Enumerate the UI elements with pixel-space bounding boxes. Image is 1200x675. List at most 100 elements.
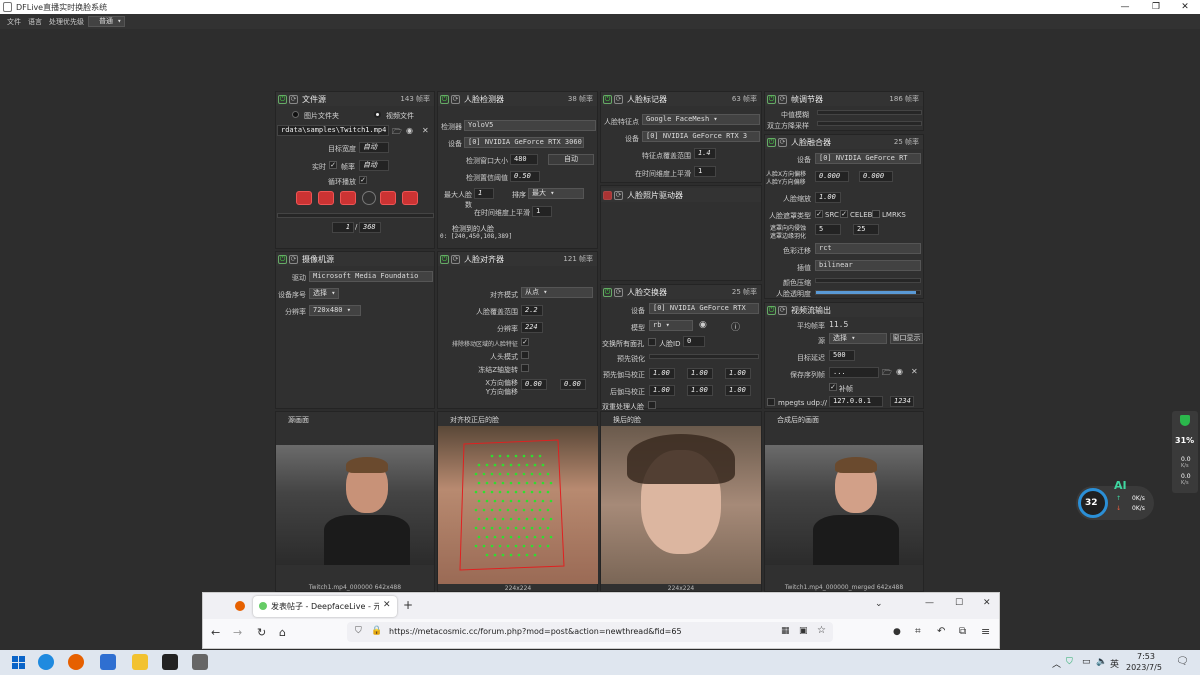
- extensions-icon[interactable]: ⧉: [959, 626, 966, 637]
- window-size-field[interactable]: 480: [510, 154, 538, 165]
- delay-field[interactable]: 500: [829, 350, 855, 361]
- interpolation-select[interactable]: bilinear: [815, 260, 921, 271]
- model-select[interactable]: rb ▾: [649, 320, 693, 331]
- tab-close-icon[interactable]: ✕: [383, 600, 391, 610]
- eye-icon[interactable]: ◉: [699, 320, 707, 330]
- back-icon[interactable]: ←: [211, 626, 220, 639]
- power-icon[interactable]: ⏻: [603, 287, 612, 297]
- power-icon[interactable]: ⏻: [278, 94, 287, 104]
- info-icon[interactable]: ⓘ: [731, 320, 740, 333]
- settings-icon[interactable]: ⟳: [451, 254, 460, 264]
- defender-icon[interactable]: ⛉: [1066, 657, 1073, 667]
- color-transfer-select[interactable]: rct: [815, 243, 921, 254]
- radio-video[interactable]: [374, 111, 381, 118]
- median-blur-slider[interactable]: [817, 110, 922, 115]
- loop-checkbox[interactable]: ✓: [359, 176, 367, 184]
- driver-select[interactable]: Microsoft Media Foundatio: [309, 271, 433, 282]
- post-gamma-r[interactable]: 1.00: [649, 385, 675, 396]
- power-icon[interactable]: ⏻: [767, 94, 776, 104]
- x-offset-field[interactable]: 0.00: [521, 379, 547, 390]
- clock-time[interactable]: 7:53: [1137, 652, 1155, 661]
- minimize-button[interactable]: —: [1110, 0, 1140, 14]
- play-button[interactable]: [340, 191, 356, 205]
- power-icon[interactable]: ⏻: [278, 254, 287, 264]
- minimize-icon[interactable]: —: [925, 598, 934, 608]
- pre-gamma-r[interactable]: 1.00: [649, 368, 675, 379]
- mode-select[interactable]: 从点 ▾: [521, 287, 593, 298]
- auto-button[interactable]: 自动: [548, 154, 594, 165]
- coverage-field[interactable]: 2.2: [521, 305, 543, 316]
- qr-icon[interactable]: ▦: [781, 626, 790, 636]
- settings-icon[interactable]: ⟳: [451, 94, 460, 104]
- app-icon[interactable]: [100, 654, 116, 670]
- resolution-field[interactable]: 224: [521, 322, 543, 333]
- save-path-field[interactable]: ...: [829, 367, 879, 378]
- maximize-button[interactable]: ❐: [1141, 0, 1171, 14]
- menu-icon[interactable]: ≡: [981, 625, 990, 638]
- clear-icon[interactable]: ✕: [911, 367, 918, 376]
- radio-images[interactable]: [292, 111, 299, 118]
- detector-select[interactable]: YoloV5: [464, 120, 596, 131]
- browser-tab[interactable]: 发表帖子 - DeepfaceLive - 元 ✕: [253, 596, 397, 617]
- mask-lmrks-checkbox[interactable]: [872, 210, 880, 218]
- ip-field[interactable]: 127.0.0.1: [829, 396, 883, 407]
- seek-begin-button[interactable]: [296, 191, 312, 205]
- eye-icon[interactable]: ◉: [896, 367, 903, 376]
- shield-icon[interactable]: ⛉: [355, 626, 362, 636]
- range-field[interactable]: 1.4: [694, 148, 716, 159]
- marker-type-select[interactable]: Google FaceMesh ▾: [642, 114, 760, 125]
- pre-sharpen-slider[interactable]: [649, 354, 759, 359]
- power-icon[interactable]: ⏻: [440, 254, 449, 264]
- file-path-field[interactable]: rdata\samples\Twitch1.mp4: [277, 125, 389, 136]
- window-show-button[interactable]: 窗口显示: [890, 333, 923, 344]
- tab-list-icon[interactable]: ⌄: [875, 599, 883, 609]
- sort-select[interactable]: 最大 ▾: [528, 188, 584, 199]
- max-faces-field[interactable]: 1: [474, 188, 494, 199]
- forward-icon[interactable]: →: [233, 626, 242, 639]
- smooth-field[interactable]: 1: [694, 166, 716, 177]
- face-id-field[interactable]: 0: [683, 336, 705, 347]
- target-width-field[interactable]: 自动: [359, 142, 389, 153]
- maximize-icon[interactable]: ☐: [955, 598, 963, 608]
- erode-field[interactable]: 5: [815, 224, 841, 235]
- undo-icon[interactable]: ↶: [937, 626, 945, 637]
- exclude-moving-checkbox[interactable]: ✓: [521, 338, 529, 346]
- lock-icon[interactable]: 🔒: [371, 626, 382, 636]
- pre-gamma-b[interactable]: 1.00: [725, 368, 751, 379]
- speed-widget[interactable]: 32 AI ↑ 0K/s ↓ 0K/s: [1076, 479, 1154, 520]
- freeze-z-checkbox[interactable]: [521, 364, 529, 372]
- device-select[interactable]: [0] NVIDIA GeForce RTX 3060: [464, 137, 584, 148]
- explorer-icon[interactable]: [132, 654, 148, 670]
- bookmark-star-icon[interactable]: ☆: [817, 625, 826, 636]
- volume-icon[interactable]: 🔈: [1096, 657, 1107, 667]
- post-gamma-b[interactable]: 1.00: [725, 385, 751, 396]
- swap-all-checkbox[interactable]: [648, 338, 656, 346]
- edge-icon[interactable]: [38, 654, 54, 670]
- color-compress-slider[interactable]: [815, 278, 921, 283]
- device-select[interactable]: 选择 ▾: [309, 288, 339, 299]
- network-icon[interactable]: ▭: [1082, 657, 1091, 667]
- device-select[interactable]: [0] NVIDIA GeForce RTX 3: [642, 131, 760, 142]
- settings-icon[interactable]: ⟳: [778, 137, 787, 147]
- source-select[interactable]: 选择 ▾: [829, 333, 887, 344]
- fps-field[interactable]: 自动: [359, 160, 389, 171]
- priority-select[interactable]: 普通 ▾: [88, 16, 126, 27]
- clock-date[interactable]: 2023/7/5: [1126, 663, 1162, 672]
- settings-icon[interactable]: ⟳: [614, 287, 623, 297]
- power-icon[interactable]: ⏻: [767, 305, 776, 315]
- frame-field[interactable]: 1: [332, 222, 354, 233]
- url-text[interactable]: https://metacosmic.cc/forum.php?mod=post…: [389, 627, 682, 636]
- screenshot-icon[interactable]: ⌗: [915, 626, 921, 637]
- pre-gamma-g[interactable]: 1.00: [687, 368, 713, 379]
- smooth-field[interactable]: 1: [532, 206, 552, 217]
- firefox-icon[interactable]: [235, 601, 245, 611]
- power-icon[interactable]: ⏻: [767, 137, 776, 147]
- x-offset-field[interactable]: 0.000: [815, 171, 849, 182]
- blur-field[interactable]: 25: [853, 224, 879, 235]
- power-icon[interactable]: [603, 190, 612, 200]
- device-select[interactable]: [0] NVIDIA GeForce RTX: [649, 303, 759, 314]
- threshold-field[interactable]: 0.50: [510, 171, 540, 182]
- settings-icon[interactable]: ⟳: [614, 190, 623, 200]
- timeline-slider[interactable]: [277, 213, 434, 218]
- close-icon[interactable]: ✕: [983, 598, 991, 608]
